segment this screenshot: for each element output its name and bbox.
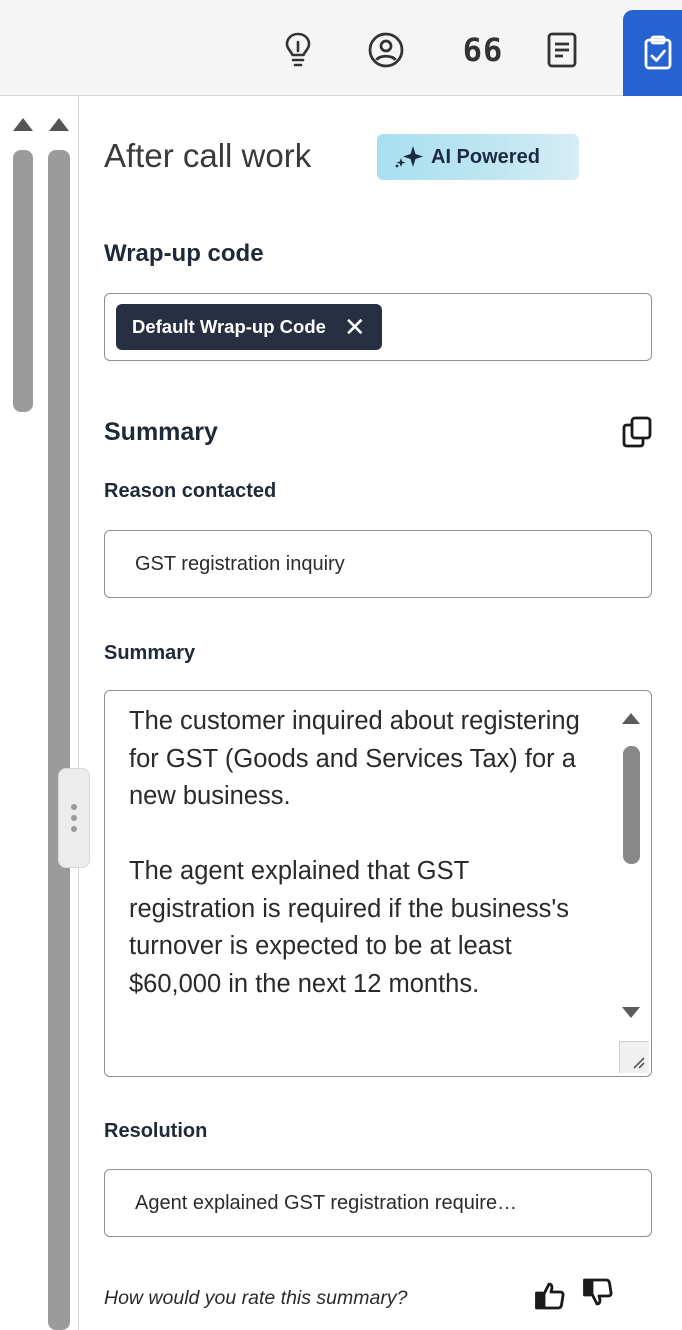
scroll-up-arrow-icon[interactable] — [13, 118, 33, 131]
ai-badge-label: AI Powered — [431, 145, 540, 168]
thumbs-down-icon[interactable] — [582, 1276, 614, 1308]
scrollbar-thumb[interactable] — [13, 150, 33, 412]
sparkle-icon — [395, 146, 423, 168]
textarea-scroll-up-icon[interactable] — [622, 713, 640, 724]
summary-label: Summary — [104, 642, 196, 664]
wrap-up-code-heading: Wrap-up code — [104, 240, 264, 267]
summary-textarea[interactable]: The customer inquired about registering … — [104, 690, 652, 1077]
ai-powered-badge: AI Powered — [377, 134, 579, 180]
panel-divider — [78, 96, 79, 1330]
resize-grip-handle[interactable] — [58, 768, 90, 868]
wrap-up-code-chip: Default Wrap-up Code ✕ — [116, 304, 382, 350]
summary-section-heading: Summary — [104, 418, 218, 446]
document-icon[interactable] — [540, 28, 584, 72]
textarea-scrollbar-thumb[interactable] — [623, 746, 640, 864]
summary-text: The customer inquired about registering … — [129, 707, 580, 998]
scroll-up-arrow-icon[interactable] — [49, 118, 69, 131]
reason-contacted-label: Reason contacted — [104, 480, 277, 502]
quote-icon[interactable]: 66 — [448, 28, 518, 72]
chip-label: Default Wrap-up Code — [132, 316, 326, 337]
top-toolbar: 66 — [0, 0, 682, 96]
resolution-field[interactable]: Agent explained GST registration require… — [104, 1169, 652, 1237]
panel-title: After call work — [104, 137, 312, 174]
user-circle-icon[interactable] — [364, 28, 408, 72]
textarea-resize-handle[interactable] — [619, 1041, 649, 1073]
resolution-label: Resolution — [104, 1120, 208, 1142]
clipboard-check-icon[interactable] — [623, 10, 682, 96]
thumbs-up-icon[interactable] — [534, 1280, 566, 1312]
remove-chip-close-icon[interactable]: ✕ — [344, 314, 366, 340]
wrap-up-code-field[interactable]: Default Wrap-up Code ✕ — [104, 293, 652, 361]
scrollbar-thumb[interactable] — [48, 150, 70, 1330]
copy-icon[interactable] — [620, 415, 654, 449]
lightbulb-icon[interactable] — [276, 28, 320, 72]
rating-question: How would you rate this summary? — [104, 1287, 408, 1309]
reason-contacted-field[interactable]: GST registration inquiry — [104, 530, 652, 598]
textarea-scroll-down-icon[interactable] — [622, 1007, 640, 1018]
